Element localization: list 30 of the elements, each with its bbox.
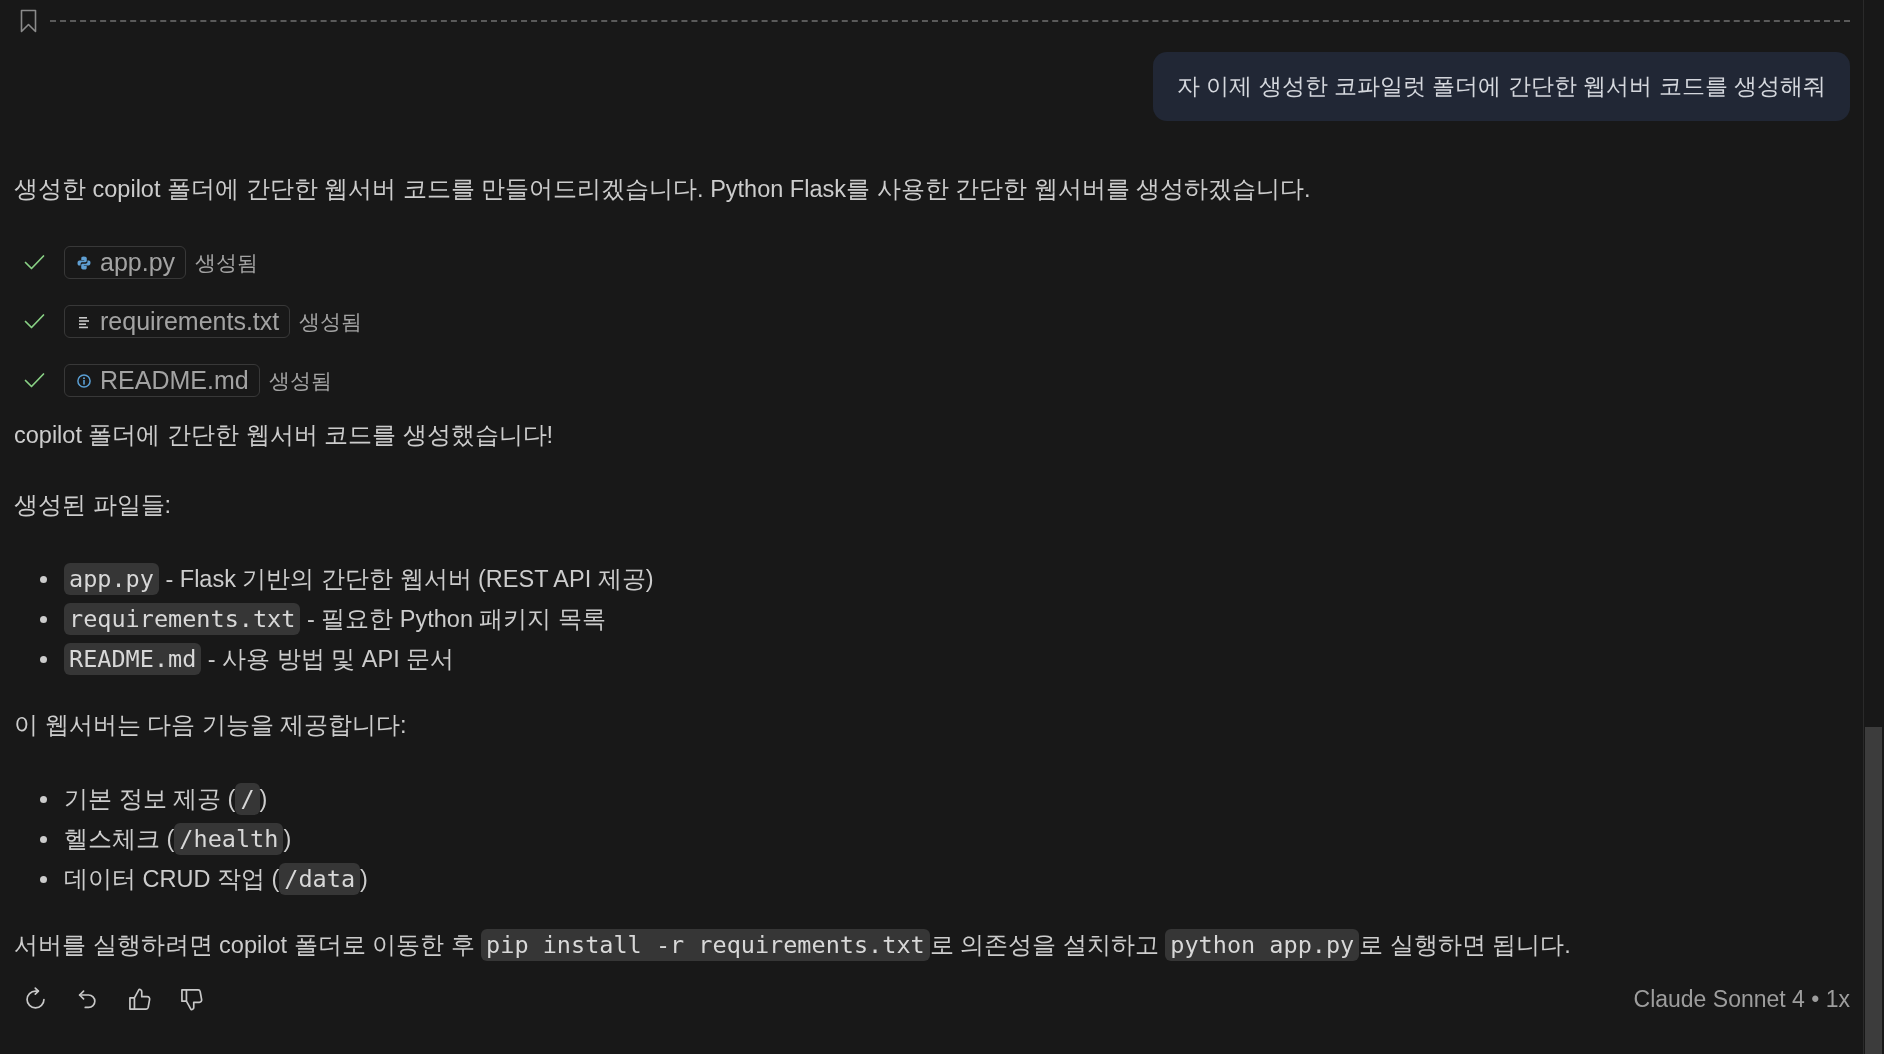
status-text: 생성됨 [195,249,259,276]
file-link[interactable]: README.md [64,364,260,397]
python-file-icon [77,255,91,270]
response-paragraph: 서버를 실행하려면 copilot 폴더로 이동한 후 pip install -r requirements.txt 로 의존성을 설치하고 python app.py 로 실행하면 됩니다. [14,928,1572,963]
status-text: 생성됨 [299,308,363,335]
user-message: 자 이제 생성한 코파일럿 폴더에 간단한 웹서버 코드를 생성해줘 [1152,52,1850,121]
list-item-text: requirements.txt - 필요한 Python 패키지 목록 [64,599,606,639]
bullet-icon [40,655,47,663]
response-paragraph: 생성한 copilot 폴더에 간단한 웹서버 코드를 만들어드리겠습니다. Python Flask를 사용한 간단한 웹서버를 생성하겠습니다. [14,175,1312,204]
status-text: 생성됨 [268,367,332,394]
list-item-text: 기본 정보 제공 ( / ) [64,782,268,817]
response-paragraph: copilot 폴더에 간단한 웹서버 코드를 생성했습니다! [14,421,555,450]
model-label: Claude Sonnet 4 • 1x [1633,985,1850,1013]
bullet-icon [40,835,47,843]
scrollbar-thumb[interactable] [1865,727,1882,1054]
bullet-icon [40,795,47,803]
response-paragraph: 이 웹서버는 다음 기능을 제공합니다: [14,711,408,740]
response-paragraph: 생성된 파일들: [14,491,173,520]
list-item-text: 헬스체크 ( /health ) [64,822,292,857]
file-link[interactable]: app.py [64,246,187,279]
bullet-icon [40,615,47,623]
bookmark-icon[interactable] [20,8,37,33]
list-item-text: app.py - Flask 기반의 간단한 웹서버 (REST API 제공) [64,559,654,599]
list-item-text: 데이터 CRUD 작업 ( /data ) [64,862,368,897]
file-link[interactable]: requirements.txt [64,305,291,338]
bullet-icon [40,875,47,883]
text-lines-icon [77,314,91,329]
bullet-icon [40,575,47,583]
info-icon [77,373,91,388]
list-item-text: README.md - 사용 방법 및 API 문서 [64,639,455,679]
